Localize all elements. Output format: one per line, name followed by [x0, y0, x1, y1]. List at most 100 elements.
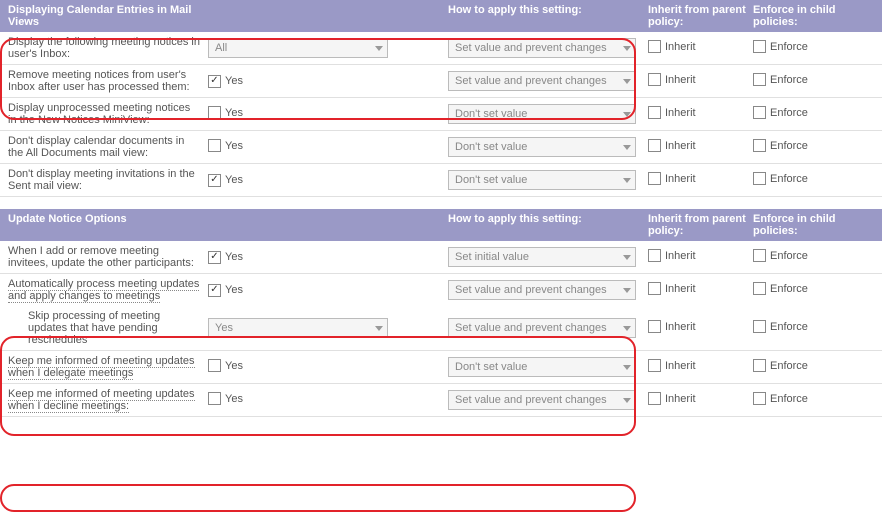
enforce-checkbox[interactable] — [753, 40, 766, 53]
enforce-checkbox[interactable] — [753, 106, 766, 119]
dropdown-text: All — [215, 42, 227, 54]
apply-dropdown[interactable]: Don't set value — [448, 357, 636, 377]
yes-label: Yes — [225, 140, 243, 152]
enforce-checkbox[interactable] — [753, 73, 766, 86]
chevron-down-icon — [623, 112, 631, 117]
inherit-label: Inherit — [665, 393, 696, 405]
inherit-checkbox[interactable] — [648, 172, 661, 185]
inherit-label: Inherit — [665, 140, 696, 152]
col-header-enforce: Enforce in child policies: — [753, 4, 858, 28]
yes-checkbox[interactable]: ✓ — [208, 75, 221, 88]
dropdown-text: Don't set value — [455, 141, 527, 153]
enforce-checkbox[interactable] — [753, 282, 766, 295]
enforce-checkbox[interactable] — [753, 359, 766, 372]
value-dropdown[interactable]: All — [208, 38, 388, 58]
enforce-label: Enforce — [770, 360, 808, 372]
yes-label: Yes — [225, 107, 243, 119]
dropdown-text: Set value and prevent changes — [455, 75, 607, 87]
dropdown-text: Set value and prevent changes — [455, 394, 607, 406]
row-calendar-all-documents: Don't display calendar documents in the … — [0, 131, 882, 164]
inherit-checkbox[interactable] — [648, 40, 661, 53]
col-header-inherit: Inherit from parent policy: — [648, 4, 753, 28]
chevron-down-icon — [623, 365, 631, 370]
col-header-apply: How to apply this setting: — [448, 213, 648, 237]
dropdown-text: Set initial value — [455, 251, 529, 263]
chevron-down-icon — [623, 326, 631, 331]
settings-panel: Displaying Calendar Entries in Mail View… — [0, 0, 882, 417]
inherit-label: Inherit — [665, 283, 696, 295]
row-add-remove-invitees: When I add or remove meeting invitees, u… — [0, 241, 882, 274]
inherit-label: Inherit — [665, 250, 696, 262]
row-unprocessed-notices: Display unprocessed meeting notices in t… — [0, 98, 882, 131]
yes-checkbox[interactable] — [208, 106, 221, 119]
yes-label: Yes — [225, 284, 243, 296]
col-header-inherit: Inherit from parent policy: — [648, 213, 753, 237]
dropdown-text: Set value and prevent changes — [455, 322, 607, 334]
spacer — [0, 197, 882, 209]
apply-dropdown[interactable]: Don't set value — [448, 170, 636, 190]
yes-checkbox[interactable]: ✓ — [208, 284, 221, 297]
row-informed-decline: Keep me informed of meeting updates when… — [0, 384, 882, 417]
setting-label: Remove meeting notices from user's Inbox… — [8, 69, 208, 93]
setting-label: Don't display meeting invitations in the… — [8, 168, 208, 192]
setting-label: Automatically process meeting updates an… — [8, 278, 208, 302]
chevron-down-icon — [375, 326, 383, 331]
apply-dropdown[interactable]: Set initial value — [448, 247, 636, 267]
row-informed-delegate: Keep me informed of meeting updates when… — [0, 351, 882, 384]
enforce-checkbox[interactable] — [753, 320, 766, 333]
dropdown-text: Set value and prevent changes — [455, 284, 607, 296]
chevron-down-icon — [375, 46, 383, 51]
yes-label: Yes — [225, 251, 243, 263]
yes-label: Yes — [225, 75, 243, 87]
enforce-label: Enforce — [770, 250, 808, 262]
enforce-checkbox[interactable] — [753, 249, 766, 262]
yes-checkbox[interactable] — [208, 139, 221, 152]
inherit-label: Inherit — [665, 107, 696, 119]
apply-dropdown[interactable]: Set value and prevent changes — [448, 280, 636, 300]
inherit-checkbox[interactable] — [648, 139, 661, 152]
col-header-apply: How to apply this setting: — [448, 4, 648, 28]
inherit-checkbox[interactable] — [648, 249, 661, 262]
enforce-label: Enforce — [770, 107, 808, 119]
enforce-label: Enforce — [770, 140, 808, 152]
inherit-checkbox[interactable] — [648, 320, 661, 333]
apply-dropdown[interactable]: Don't set value — [448, 137, 636, 157]
inherit-label: Inherit — [665, 321, 696, 333]
enforce-checkbox[interactable] — [753, 139, 766, 152]
row-display-meeting-notices: Display the following meeting notices in… — [0, 32, 882, 65]
dropdown-text: Set value and prevent changes — [455, 42, 607, 54]
enforce-checkbox[interactable] — [753, 392, 766, 405]
value-dropdown[interactable]: Yes — [208, 318, 388, 338]
yes-checkbox[interactable] — [208, 359, 221, 372]
inherit-checkbox[interactable] — [648, 282, 661, 295]
chevron-down-icon — [623, 288, 631, 293]
enforce-label: Enforce — [770, 283, 808, 295]
section-header-calendar: Displaying Calendar Entries in Mail View… — [0, 0, 882, 32]
chevron-down-icon — [623, 178, 631, 183]
yes-checkbox[interactable] — [208, 392, 221, 405]
yes-checkbox[interactable]: ✓ — [208, 174, 221, 187]
enforce-label: Enforce — [770, 74, 808, 86]
setting-label: Display unprocessed meeting notices in t… — [8, 102, 208, 126]
apply-dropdown[interactable]: Don't set value — [448, 104, 636, 124]
inherit-label: Inherit — [665, 74, 696, 86]
inherit-label: Inherit — [665, 360, 696, 372]
inherit-checkbox[interactable] — [648, 359, 661, 372]
inherit-checkbox[interactable] — [648, 73, 661, 86]
setting-label: Keep me informed of meeting updates when… — [8, 388, 208, 412]
inherit-checkbox[interactable] — [648, 392, 661, 405]
apply-dropdown[interactable]: Set value and prevent changes — [448, 390, 636, 410]
enforce-checkbox[interactable] — [753, 172, 766, 185]
chevron-down-icon — [623, 46, 631, 51]
yes-label: Yes — [225, 360, 243, 372]
apply-dropdown[interactable]: Set value and prevent changes — [448, 318, 636, 338]
inherit-checkbox[interactable] — [648, 106, 661, 119]
apply-dropdown[interactable]: Set value and prevent changes — [448, 71, 636, 91]
chevron-down-icon — [623, 398, 631, 403]
apply-dropdown[interactable]: Set value and prevent changes — [448, 38, 636, 58]
setting-label: Keep me informed of meeting updates when… — [8, 355, 208, 379]
row-invitations-sent-view: Don't display meeting invitations in the… — [0, 164, 882, 197]
section-header-update: Update Notice Options How to apply this … — [0, 209, 882, 241]
yes-checkbox[interactable]: ✓ — [208, 251, 221, 264]
section-title: Update Notice Options — [8, 213, 208, 237]
